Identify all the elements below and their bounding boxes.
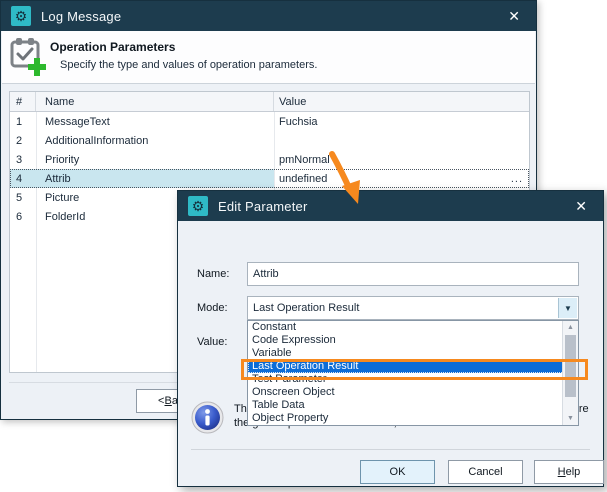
chevron-down-icon[interactable]: ▼ — [558, 298, 577, 318]
column-header-name[interactable]: Name — [36, 92, 274, 111]
dropdown-item[interactable]: Onscreen Object — [248, 386, 578, 399]
help-button[interactable]: Help — [534, 460, 604, 484]
dropdown-item[interactable]: Object Property — [248, 412, 578, 425]
log-message-titlebar[interactable]: ⚙ Log Message ✕ — [1, 1, 536, 31]
scroll-up-icon[interactable]: ▲ — [563, 321, 578, 334]
cell-name[interactable]: Priority — [36, 154, 274, 166]
log-message-title: Log Message — [41, 9, 121, 24]
cell-value[interactable]: Fuchsia — [274, 116, 529, 128]
name-input[interactable]: Attrib — [247, 262, 579, 286]
edit-parameter-dialog: ⚙ Edit Parameter ✕ Name: Attrib Mode: La… — [177, 190, 604, 487]
calendar-check-plus-icon — [9, 35, 47, 84]
cell-num[interactable]: 6 — [10, 211, 36, 223]
table-header-row: # Name Value — [10, 92, 529, 112]
back-button-accel: B — [164, 395, 171, 407]
mode-label: Mode: — [197, 302, 228, 314]
dropdown-item[interactable]: Constant — [248, 321, 578, 334]
dropdown-scrollbar[interactable]: ▲ ▼ — [562, 321, 578, 425]
edit-parameter-titlebar[interactable]: ⚙ Edit Parameter ✕ — [178, 191, 603, 221]
cell-num[interactable]: 3 — [10, 154, 36, 166]
dropdown-item[interactable]: Table Data — [248, 399, 578, 412]
mode-dropdown-list: Constant Code Expression Variable Last O… — [247, 320, 579, 426]
table-row[interactable]: 2 AdditionalInformation — [10, 131, 529, 150]
cell-num[interactable]: 5 — [10, 192, 36, 204]
cell-name[interactable]: AdditionalInformation — [36, 135, 274, 147]
dropdown-item[interactable]: Code Expression — [248, 334, 578, 347]
operation-parameters-header: Operation Parameters Specify the type an… — [2, 31, 535, 84]
dropdown-item[interactable]: Variable — [248, 347, 578, 360]
browse-ellipsis-button[interactable]: ... — [511, 173, 529, 185]
buttons-divider — [191, 449, 590, 450]
help-button-rest: elp — [566, 466, 581, 478]
info-icon — [191, 401, 224, 439]
gear-app-icon: ⚙ — [11, 6, 31, 26]
cancel-button[interactable]: Cancel — [448, 460, 523, 484]
dropdown-item[interactable]: Test Parameter — [248, 373, 578, 386]
mode-combobox[interactable]: Last Operation Result ▼ — [247, 296, 579, 320]
help-button-accel: H — [558, 466, 566, 478]
ok-button[interactable]: OK — [360, 460, 435, 484]
mode-combobox-value: Last Operation Result — [253, 302, 359, 314]
cell-num[interactable]: 1 — [10, 116, 36, 128]
cell-num[interactable]: 2 — [10, 135, 36, 147]
dropdown-item-selected[interactable]: Last Operation Result — [248, 360, 578, 373]
operation-parameters-title: Operation Parameters — [50, 40, 175, 54]
cell-name[interactable]: Attrib — [36, 169, 274, 188]
column-header-num[interactable]: # — [10, 92, 36, 111]
scrollbar-thumb[interactable] — [565, 335, 576, 397]
cell-value[interactable]: pmNormal — [274, 154, 529, 166]
scroll-down-icon[interactable]: ▼ — [563, 412, 578, 425]
cell-num[interactable]: 4 — [10, 169, 36, 188]
close-icon[interactable]: ✕ — [569, 196, 593, 217]
edit-parameter-title: Edit Parameter — [218, 199, 308, 214]
operation-parameters-subtitle: Specify the type and values of operation… — [60, 59, 317, 71]
column-header-value[interactable]: Value — [274, 92, 529, 111]
table-row-selected[interactable]: 4 Attrib undefined ... — [10, 169, 529, 188]
close-icon[interactable]: ✕ — [502, 6, 526, 27]
gear-app-icon: ⚙ — [188, 196, 208, 216]
value-label: Value: — [197, 336, 227, 348]
cell-value[interactable]: undefined ... — [274, 173, 529, 185]
name-label: Name: — [197, 268, 229, 280]
cell-value-text: undefined — [279, 173, 327, 185]
cell-name[interactable]: MessageText — [36, 116, 274, 128]
table-row[interactable]: 3 Priority pmNormal — [10, 150, 529, 169]
table-row[interactable]: 1 MessageText Fuchsia — [10, 112, 529, 131]
